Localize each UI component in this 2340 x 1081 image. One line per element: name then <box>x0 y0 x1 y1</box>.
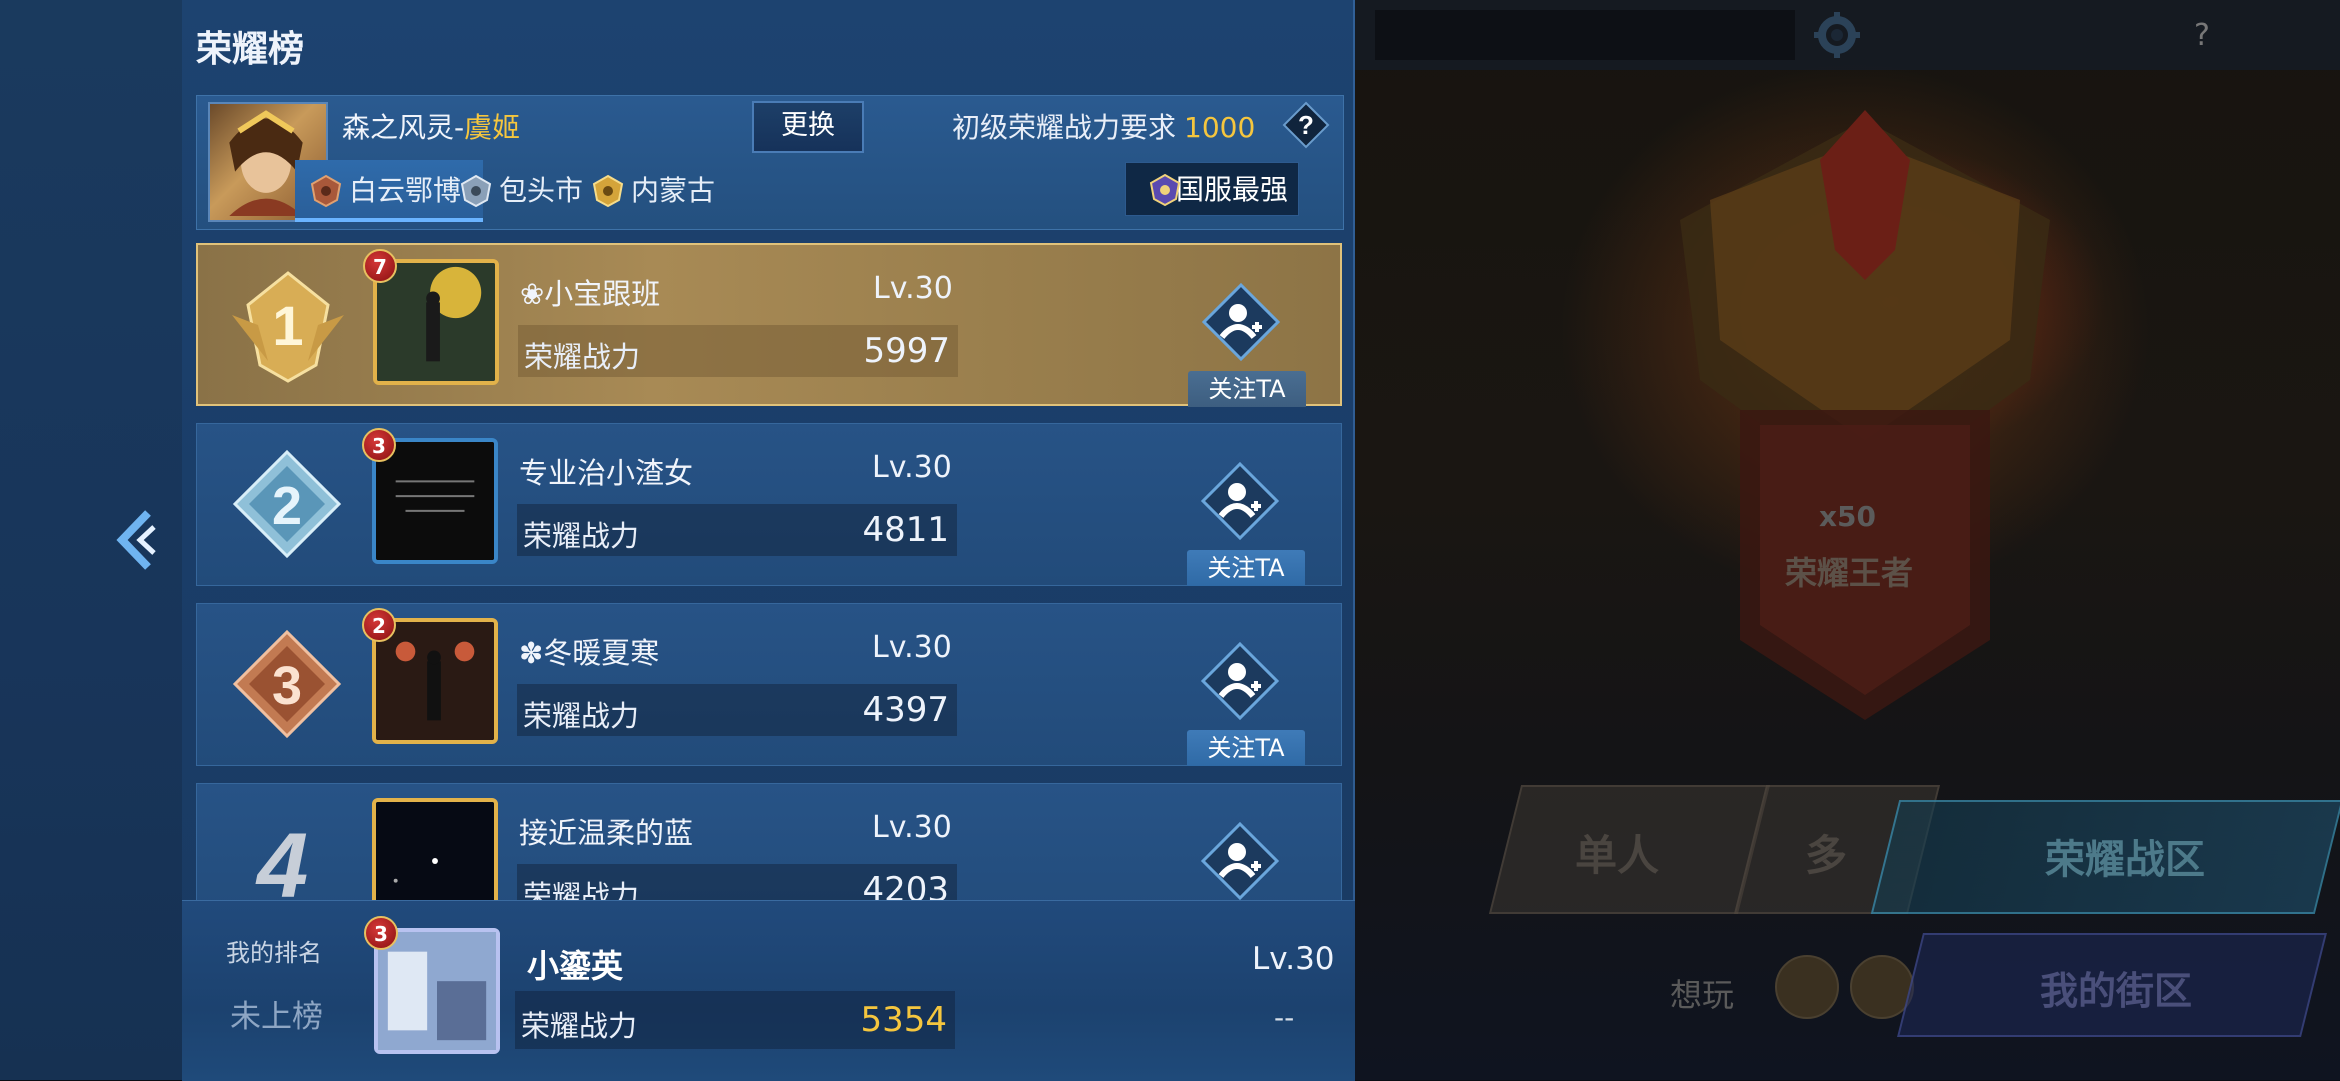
silver-region-icon <box>460 174 492 208</box>
player-level: Lv.30 <box>872 450 952 485</box>
gold-region-icon <box>592 174 624 208</box>
power-value: 4203 <box>862 870 949 900</box>
help-icon[interactable]: ? <box>1282 101 1330 149</box>
hero-skin-name: 森之风灵- <box>342 111 465 144</box>
crown-level-badge: 3 <box>364 916 398 950</box>
rank-number: 1 <box>272 294 303 357</box>
add-friend-icon[interactable] <box>1201 822 1279 900</box>
background-search-box <box>1375 10 1795 60</box>
my-rank-label: 我的排名 <box>226 939 322 967</box>
bronze-region-icon <box>310 174 342 208</box>
power-bar: 荣耀战力 4811 <box>517 504 957 556</box>
ranking-row[interactable]: 3 2 ✽冬暖夏寒 Lv.30 荣耀战力 4397 关注TA <box>196 603 1342 766</box>
tab-province-region[interactable]: 内蒙古 <box>577 160 741 222</box>
avatar-photo-icon <box>376 442 494 560</box>
power-bar: 荣耀战力 5997 <box>518 325 958 377</box>
honor-king-emblem <box>1680 110 2050 720</box>
my-power-bar: 荣耀战力 5354 <box>515 991 955 1049</box>
ranking-row[interactable]: 2 3 专业治小渣女 Lv.30 荣耀战力 4811 关注TA <box>196 423 1342 586</box>
add-friend-icon[interactable] <box>1201 462 1279 540</box>
crown-level-badge: 3 <box>362 428 396 462</box>
mode-solo-label: 单人 <box>1575 831 1660 880</box>
tab-label: 内蒙古 <box>631 174 716 207</box>
gear-icon <box>1814 12 1860 58</box>
power-bar: 荣耀战力 4397 <box>517 684 957 736</box>
honor-ranking-panel: 荣耀榜 森之风灵-虞姬 更换 初级荣耀战力要求 1000 ? 白云鄂博 包头市 … <box>182 0 1355 1081</box>
power-requirement: 初级荣耀战力要求 1000 <box>952 106 1255 146</box>
left-edge-strip <box>0 0 182 1080</box>
background-lobby: ? x50 荣耀王者 单人 多 荣耀战区 想玩 我的街区 <box>1355 0 2340 1080</box>
rank-number: 3 <box>272 656 302 716</box>
power-label: 荣耀战力 <box>521 1009 638 1043</box>
emblem-rank-label: 荣耀王者 <box>1785 554 1914 592</box>
add-friend-icon[interactable] <box>1202 283 1280 361</box>
avatar-photo-icon <box>376 802 494 900</box>
ranking-row[interactable]: 1 7 ❀小宝跟班 Lv.30 荣耀战力 5997 关注TA <box>196 243 1342 407</box>
avatar-photo-icon <box>378 932 496 1050</box>
power-value: 4811 <box>862 510 949 550</box>
back-arrow-icon[interactable] <box>110 505 160 575</box>
mode-multi-label: 多 <box>1805 831 1848 880</box>
player-name: ✽冬暖夏寒 <box>519 636 660 670</box>
crown-level-badge: 7 <box>363 249 397 283</box>
power-value: 5354 <box>860 1000 947 1040</box>
player-level: Lv.30 <box>873 271 953 306</box>
follow-button[interactable]: 关注TA <box>1188 371 1306 407</box>
rank-number: 2 <box>272 476 302 536</box>
national-emblem-icon <box>1149 173 1181 207</box>
change-hero-button[interactable]: 更换 <box>752 101 864 153</box>
my-avatar[interactable] <box>374 928 500 1054</box>
my-name: 小鎏英 <box>527 947 624 985</box>
emblem-count: x50 <box>1819 500 1877 533</box>
bronze-rank-badge-icon: 3 <box>232 629 342 739</box>
hero-header: 森之风灵-虞姬 更换 初级荣耀战力要求 1000 ? 白云鄂博 包头市 内蒙古 … <box>196 95 1344 230</box>
panel-title: 荣耀榜 <box>196 29 305 70</box>
player-avatar[interactable] <box>372 798 498 900</box>
power-label: 荣耀战力 <box>524 340 641 374</box>
follow-button[interactable]: 关注TA <box>1187 550 1305 586</box>
want-play-avatar <box>1775 955 1839 1019</box>
ranking-list[interactable]: 1 7 ❀小宝跟班 Lv.30 荣耀战力 5997 关注TA 2 3 专业治小渣… <box>196 243 1342 900</box>
player-name: 接近温柔的蓝 <box>519 816 694 850</box>
silver-rank-badge-icon: 2 <box>232 449 342 559</box>
hero-name-accent: 虞姬 <box>464 111 521 144</box>
follow-button[interactable]: 关注TA <box>1187 730 1305 766</box>
power-label: 荣耀战力 <box>523 699 640 733</box>
power-value: 4397 <box>862 690 949 730</box>
power-label: 荣耀战力 <box>523 879 640 900</box>
background-help-icon: ? <box>2194 18 2210 53</box>
my-rank-bar: 我的排名 未上榜 3 小鎏英 Lv.30 荣耀战力 5354 -- <box>182 900 1355 1081</box>
tab-label: 包头市 <box>499 174 584 207</box>
national-best-button[interactable]: 国服最强 <box>1125 162 1299 216</box>
avatar-photo-icon <box>376 622 494 740</box>
mode-glory-label: 荣耀战区 <box>2045 837 2205 883</box>
player-name: 专业治小渣女 <box>519 456 694 490</box>
add-friend-icon[interactable] <box>1201 642 1279 720</box>
power-value: 5997 <box>863 331 950 371</box>
crown-level-badge: 2 <box>362 608 396 642</box>
my-street-label: 我的街区 <box>2040 969 2193 1013</box>
avatar-photo-icon <box>377 263 495 381</box>
my-rank-status: 未上榜 <box>230 999 323 1035</box>
power-bar: 荣耀战力 4203 <box>517 864 957 900</box>
rank-number: 4 <box>257 815 309 900</box>
player-name: ❀小宝跟班 <box>520 277 661 311</box>
my-level: Lv.30 <box>1252 941 1335 977</box>
national-best-label: 国服最强 <box>1175 173 1288 206</box>
player-level: Lv.30 <box>872 810 952 845</box>
gold-rank-badge-icon: 1 <box>232 271 344 383</box>
power-label: 荣耀战力 <box>523 519 640 553</box>
want-play-label: 想玩 <box>1670 976 1735 1014</box>
ranking-row[interactable]: 4 接近温柔的蓝 Lv.30 荣耀战力 4203 <box>196 783 1342 900</box>
player-level: Lv.30 <box>872 630 952 665</box>
rank-trend: -- <box>1274 1001 1295 1034</box>
hero-name: 森之风灵-虞姬 <box>342 106 520 146</box>
requirement-label: 初级荣耀战力要求 <box>952 111 1177 144</box>
help-symbol: ? <box>1298 110 1314 140</box>
requirement-value: 1000 <box>1184 111 1256 144</box>
